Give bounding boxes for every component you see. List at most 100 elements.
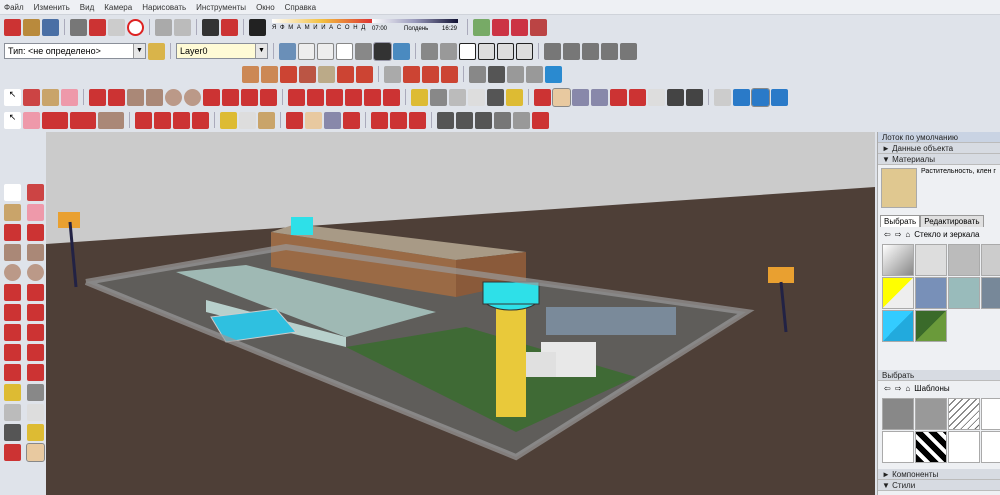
solid-subtract-icon[interactable] (494, 111, 511, 129)
xray-icon[interactable] (279, 42, 296, 60)
style-thumbnail[interactable] (981, 398, 1000, 430)
material-swatch[interactable] (882, 244, 914, 276)
text-icon[interactable] (239, 111, 256, 129)
text-icon[interactable] (27, 404, 44, 421)
menu-help[interactable]: Справка (285, 3, 316, 12)
forward-arrow-icon[interactable]: ⇨ (895, 384, 902, 393)
protractor-icon[interactable] (4, 404, 21, 421)
follow-me-icon[interactable] (27, 344, 44, 361)
shape-dropdown-icon[interactable] (98, 111, 124, 129)
undo-icon[interactable] (155, 18, 172, 36)
scale-icon[interactable] (4, 364, 21, 381)
polygon-icon[interactable] (184, 88, 201, 106)
add-detail-icon[interactable] (337, 65, 354, 83)
material-swatch[interactable] (915, 244, 947, 276)
flip-edge-icon[interactable] (356, 65, 373, 83)
offset-icon[interactable] (27, 364, 44, 381)
3d-model-scene[interactable] (46, 132, 875, 495)
section-cut-icon[interactable] (582, 42, 599, 60)
warehouse-icon[interactable] (492, 18, 509, 36)
select-icon[interactable]: ↖ (4, 88, 21, 106)
rotated-rectangle-icon[interactable] (146, 88, 163, 106)
component-attributes-icon[interactable] (441, 65, 458, 83)
component-options-icon[interactable] (422, 65, 439, 83)
layer-select[interactable]: Layer0 ▼ (176, 43, 268, 59)
arc-icon[interactable] (203, 88, 220, 106)
textured-icon[interactable] (355, 42, 372, 60)
paint-bucket-icon[interactable] (4, 204, 21, 221)
orbit-icon[interactable] (4, 444, 21, 461)
rectangle-icon[interactable] (127, 88, 144, 106)
home-icon[interactable]: ⌂ (905, 384, 910, 393)
section-display-icon[interactable] (563, 42, 580, 60)
section-plane-icon[interactable] (714, 88, 731, 106)
google-earth-icon[interactable] (545, 65, 562, 83)
menu-tools[interactable]: Инструменты (196, 3, 246, 12)
section-fill-icon[interactable] (771, 88, 788, 106)
follow-me-icon[interactable] (345, 88, 362, 106)
solid-trim-icon[interactable] (513, 111, 530, 129)
line-icon[interactable] (4, 224, 21, 241)
protractor-icon[interactable] (449, 88, 466, 106)
arc-dropdown-icon[interactable] (70, 111, 96, 129)
line-dropdown-icon[interactable] (42, 111, 68, 129)
model-info-icon[interactable] (221, 18, 238, 36)
3point-arc-icon[interactable] (4, 304, 21, 321)
pie-icon[interactable] (27, 304, 44, 321)
scale-icon[interactable] (192, 111, 209, 129)
rotate-icon[interactable] (173, 111, 190, 129)
3point-arc-icon[interactable] (241, 88, 258, 106)
model-viewport[interactable] (46, 132, 875, 495)
style-thumbnail[interactable] (948, 431, 980, 463)
hidden-line-icon[interactable] (317, 42, 334, 60)
paste-icon[interactable] (108, 18, 125, 36)
eraser-icon[interactable] (27, 204, 44, 221)
display-cuts-icon[interactable] (751, 87, 770, 107)
style-thumbnail[interactable] (882, 398, 914, 430)
location-icon[interactable] (469, 65, 486, 83)
eraser-icon[interactable] (23, 111, 40, 129)
extension-warehouse-icon[interactable] (409, 111, 426, 129)
date-slider[interactable] (272, 19, 372, 23)
material-library-select[interactable]: Стекло и зеркала (914, 230, 979, 239)
style-thumbnail[interactable] (882, 431, 914, 463)
pan-icon[interactable] (305, 111, 322, 129)
menu-window[interactable]: Окно (256, 3, 275, 12)
look-around-icon[interactable] (667, 88, 684, 106)
material-swatch[interactable] (882, 277, 914, 309)
pan-icon[interactable] (26, 443, 45, 462)
drape-icon[interactable] (318, 65, 335, 83)
previous-view-icon[interactable] (629, 88, 646, 106)
rotate-icon[interactable] (4, 344, 21, 361)
dynamic-component-icon[interactable] (403, 65, 420, 83)
make-component-icon[interactable] (23, 88, 40, 106)
front-view-icon[interactable] (440, 42, 457, 60)
orbit-icon[interactable] (534, 88, 551, 106)
tape-measure-icon[interactable] (4, 384, 21, 401)
smoove-icon[interactable] (280, 65, 297, 83)
styles-library-select[interactable]: Шаблоны (914, 384, 949, 393)
tape-measure-icon[interactable] (220, 111, 237, 129)
freehand-icon[interactable] (27, 224, 44, 241)
section-icon[interactable] (544, 42, 561, 60)
entity-info-panel-header[interactable]: ► Данные объекта (878, 143, 1000, 154)
axes-icon[interactable] (487, 88, 504, 106)
copy-icon[interactable] (89, 18, 106, 36)
link-icon[interactable] (526, 65, 543, 83)
style-thumbnail[interactable] (915, 398, 947, 430)
rotated-rectangle-icon[interactable] (27, 244, 44, 261)
freehand-icon[interactable] (108, 88, 125, 106)
rotate-icon[interactable] (326, 88, 343, 106)
circle-icon[interactable] (4, 264, 21, 281)
3d-text-icon[interactable] (27, 424, 44, 441)
material-swatch[interactable] (948, 277, 980, 309)
zoom-icon[interactable] (324, 111, 341, 129)
circle-icon[interactable] (165, 88, 182, 106)
material-name-field[interactable]: Растительность, клен г (921, 168, 996, 208)
materials-panel-header[interactable]: ▼ Материалы (878, 154, 1000, 165)
display-section-icon[interactable] (733, 88, 750, 106)
arc-icon[interactable] (4, 284, 21, 301)
style-thumbnail[interactable] (915, 431, 947, 463)
menu-edit[interactable]: Изменить (34, 3, 70, 12)
menu-draw[interactable]: Нарисовать (142, 3, 186, 12)
